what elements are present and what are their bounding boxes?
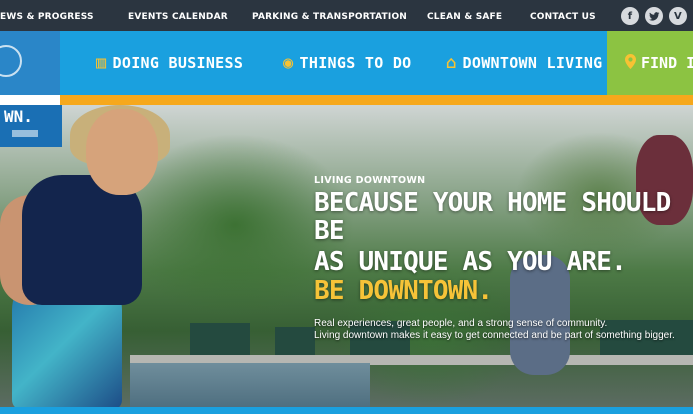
top-nav-events-calendar[interactable]: EVENTS CALENDAR (128, 12, 228, 22)
nav-find-it-label: FIND IT (641, 54, 693, 72)
top-nav-parking-transportation[interactable]: PARKING & TRANSPORTATION (252, 12, 407, 22)
nav-downtown-living[interactable]: ⌂ DOWNTOWN LIVING (446, 31, 603, 95)
nav-find-it[interactable]: FIND IT (607, 31, 693, 95)
active-section-rule (60, 95, 693, 105)
main-nav: ▥ DOING BUSINESS ◉ THINGS TO DO ⌂ DOWNTO… (0, 31, 693, 95)
vimeo-icon[interactable]: V (669, 7, 687, 25)
nav-doing-business-label: DOING BUSINESS (112, 54, 244, 72)
hero-photo-fountain (130, 363, 370, 407)
facebook-icon[interactable]: f (621, 7, 639, 25)
hero-body-line-1: Real experiences, great people, and a st… (314, 318, 608, 329)
nav-things-to-do[interactable]: ◉ THINGS TO DO (283, 31, 412, 95)
logo-mark-icon (0, 45, 22, 77)
hero-body-line-2: Living downtown makes it easy to get con… (314, 330, 675, 341)
hero-photo-planter (275, 327, 315, 355)
top-nav-news-progress[interactable]: EWS & PROGRESS (0, 12, 94, 22)
hero-photo-person-head (86, 109, 158, 195)
top-nav-clean-safe[interactable]: CLEAN & SAFE (427, 12, 502, 22)
home-icon: ⌂ (446, 53, 457, 73)
hero-headline-accent: BE DOWNTOWN. (314, 276, 493, 306)
hero-side-tab-underline (12, 130, 38, 137)
hero-copy: LIVING DOWNTOWN BECAUSE YOUR HOME SHOULD… (314, 175, 689, 342)
hero-photo-planter (190, 323, 250, 355)
nav-downtown-living-label: DOWNTOWN LIVING (462, 54, 603, 72)
site-logo[interactable] (0, 31, 60, 95)
twitter-icon[interactable] (645, 7, 663, 25)
hero-banner: WN. LIVING DOWNTOWN BECAUSE YOUR HOME SH… (0, 105, 693, 407)
nav-things-to-do-label: THINGS TO DO (299, 54, 412, 72)
hero-eyebrow: LIVING DOWNTOWN (314, 175, 426, 186)
location-pin-icon (625, 53, 636, 73)
buildings-icon: ▥ (96, 53, 107, 73)
nav-doing-business[interactable]: ▥ DOING BUSINESS (96, 31, 243, 95)
hero-headline-line-2: AS UNIQUE AS YOU ARE. (314, 247, 627, 277)
top-nav-contact-us[interactable]: CONTACT US (530, 12, 596, 22)
hero-headline-line-1: BECAUSE YOUR HOME SHOULD BE (314, 188, 671, 246)
hero-side-tab[interactable]: WN. (0, 105, 62, 147)
utility-nav: EWS & PROGRESS EVENTS CALENDAR PARKING &… (0, 0, 693, 31)
bottom-accent-bar (0, 407, 693, 414)
ticket-icon: ◉ (283, 53, 294, 73)
hero-side-tab-label: WN. (4, 107, 33, 126)
